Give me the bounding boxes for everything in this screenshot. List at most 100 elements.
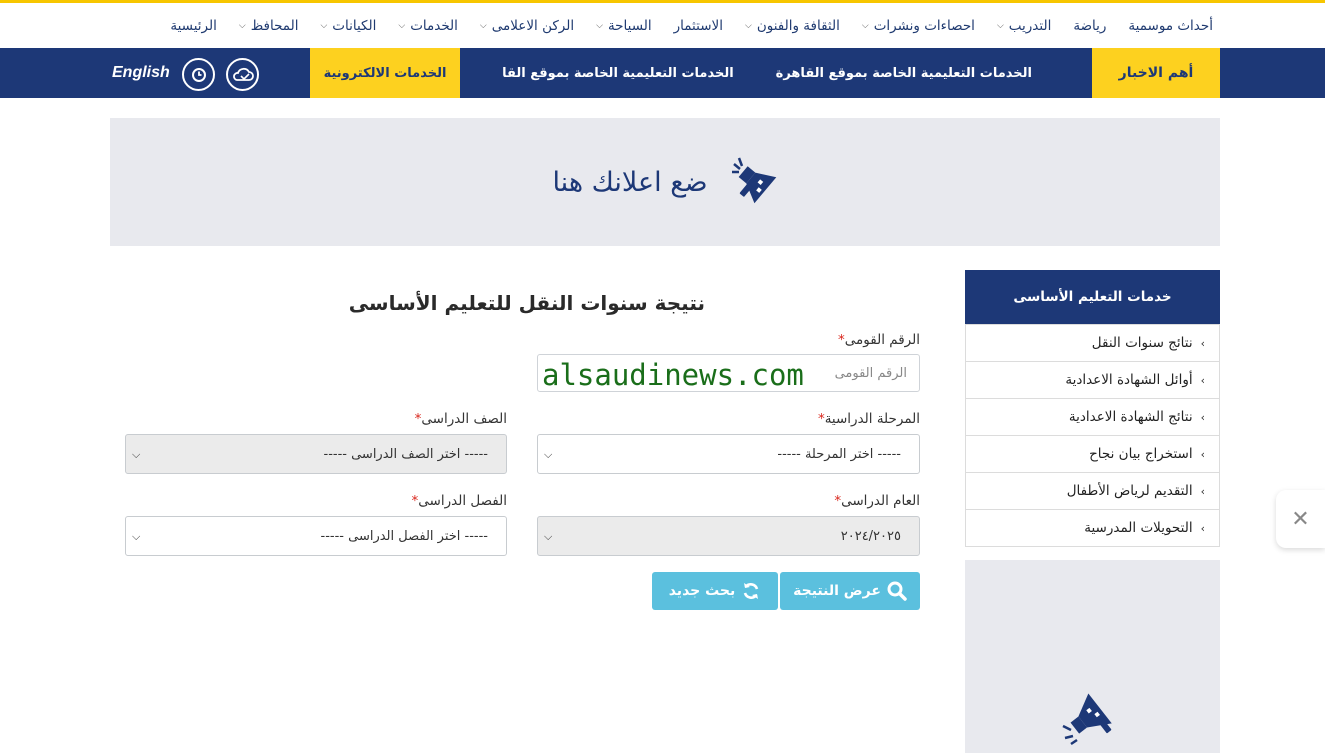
sidebar-item[interactable]: استخراج بيان نجاح ‹ — [966, 435, 1219, 472]
stage-label: المرحلة الدراسية* — [700, 411, 920, 427]
watermark-text: alsaudinews.com — [542, 358, 804, 392]
term-select-value: ----- اختر الفصل الدراسى ----- — [320, 528, 488, 544]
nav-item[interactable]: المحافظ ⌵ — [239, 18, 299, 34]
chevron-left-icon: ‹ — [1200, 521, 1205, 535]
chevron-down-icon: ⌵ — [744, 20, 752, 31]
national-id-label: الرقم القومى* — [700, 332, 920, 348]
sidebar-menu: نتائج سنوات النقل ‹ أوائل الشهادة الاعدادي… — [965, 324, 1220, 547]
year-select[interactable]: ٢٠٢٤/٢٠٢٥ ⌵ — [537, 516, 920, 556]
nav-item[interactable]: الاستثمار — [674, 18, 723, 34]
chevron-left-icon: ‹ — [1200, 410, 1205, 424]
chevron-left-icon: ‹ — [1200, 336, 1205, 350]
sidebar-item[interactable]: أوائل الشهادة الاعدادية ‹ — [966, 361, 1219, 398]
year-label: العام الدراسى* — [700, 493, 920, 509]
sidebar-item-label: التحويلات المدرسية — [1084, 520, 1193, 536]
year-select-value: ٢٠٢٤/٢٠٢٥ — [840, 528, 901, 544]
weather-button[interactable] — [226, 58, 259, 91]
page-title: نتيجة سنوات النقل للتعليم الأساسى — [348, 291, 705, 315]
e-services-button[interactable]: الخدمات الالكترونية — [310, 48, 460, 98]
nav-item[interactable]: الثقافة والفنون ⌵ — [745, 18, 840, 34]
megaphone-icon — [1062, 693, 1112, 746]
sidebar-item[interactable]: التقديم لرياض الأطفال ‹ — [966, 472, 1219, 509]
chevron-left-icon: ‹ — [1200, 484, 1205, 498]
ticker-item[interactable]: الخدمات التعليمية الخاصة بموقع القاهرة — [776, 66, 1032, 81]
clock-icon — [191, 67, 206, 82]
nav-item[interactable]: احصاءات ونشرات ⌵ — [862, 18, 975, 34]
news-bar: أهم الاخبار الخدمات التعليمية الخاصة بمو… — [0, 48, 1325, 98]
language-switch[interactable]: English — [112, 48, 170, 98]
required-mark: * — [817, 411, 825, 427]
nav-item-label: الثقافة والفنون — [756, 17, 840, 34]
chevron-down-icon: ⌵ — [544, 448, 553, 461]
new-search-button[interactable]: بحث جديد — [652, 572, 778, 610]
chevron-down-icon: ⌵ — [132, 530, 141, 543]
required-mark: * — [838, 332, 845, 348]
nav-menu: الرئيسية المحافظ ⌵ الكيانات ⌵ الخدمات ⌵ الركن ا… — [148, 3, 1213, 48]
refresh-icon — [744, 583, 759, 599]
year-label-text: العام الدراسى — [841, 493, 920, 509]
national-id-label-text: الرقم القومى — [844, 332, 920, 348]
grade-label: الصف الدراسى* — [287, 411, 507, 427]
ticker-item[interactable]: الخدمات التعليمية الخاصة بموقع القا — [502, 66, 734, 81]
chevron-left-icon: ‹ — [1200, 447, 1205, 461]
news-ticker[interactable]: الخدمات التعليمية الخاصة بموقع القاهرة ا… — [460, 48, 1032, 98]
sidebar-item[interactable]: التحويلات المدرسية ‹ — [966, 509, 1219, 546]
nav-item-label: احصاءات ونشرات — [873, 17, 975, 34]
sidebar-item-label: التقديم لرياض الأطفال — [1066, 483, 1193, 499]
chevron-down-icon: ⌵ — [596, 20, 603, 31]
nav-item-label: المحافظ — [250, 17, 299, 34]
clock-button[interactable] — [182, 58, 215, 91]
stage-select-value: ----- اختر المرحلة ----- — [777, 446, 901, 462]
sidebar-item-label: نتائج سنوات النقل — [1091, 335, 1193, 351]
nav-item-label: السياحة — [607, 17, 652, 34]
chevron-down-icon: ⌵ — [479, 20, 487, 31]
term-select[interactable]: ----- اختر الفصل الدراسى ----- ⌵ — [125, 516, 507, 556]
sidebar-item-label: استخراج بيان نجاح — [1089, 446, 1193, 462]
nav-item-label: الخدمات — [410, 17, 458, 34]
search-icon — [887, 581, 907, 601]
sidebar: خدمات التعليم الأساسى نتائج سنوات النقل ‹… — [965, 270, 1220, 547]
nav-item[interactable]: رياضة — [1073, 18, 1106, 34]
grade-select-value: ----- اختر الصف الدراسى ----- — [323, 446, 489, 462]
stage-label-text: المرحلة الدراسية — [824, 411, 920, 427]
sidebar-item[interactable]: نتائج الشهادة الاعدادية ‹ — [966, 398, 1219, 435]
nav-item-label: التدريب — [1008, 17, 1052, 34]
grade-select[interactable]: ----- اختر الصف الدراسى ----- ⌵ — [125, 434, 507, 474]
nav-item[interactable]: الرئيسية — [170, 18, 217, 34]
sidebar-item[interactable]: نتائج سنوات النقل ‹ — [966, 324, 1219, 361]
chevron-down-icon: ⌵ — [861, 20, 869, 31]
close-icon[interactable]: ✕ — [1276, 490, 1325, 548]
chevron-down-icon: ⌵ — [132, 448, 141, 461]
megaphone-icon — [731, 157, 776, 204]
term-label: الفصل الدراسى* — [287, 493, 507, 509]
chevron-down-icon: ⌵ — [544, 530, 553, 543]
nav-item-label: أحداث موسمية — [1128, 17, 1213, 34]
show-result-button[interactable]: عرض النتيجة — [780, 572, 920, 610]
nav-item[interactable]: الكيانات ⌵ — [320, 18, 376, 34]
stage-select[interactable]: ----- اختر المرحلة ----- ⌵ — [537, 434, 920, 474]
grade-label-text: الصف الدراسى — [421, 411, 507, 427]
sidebar-item-label: نتائج الشهادة الاعدادية — [1068, 409, 1193, 425]
nav-item-label: الرئيسية — [170, 17, 217, 34]
nav-item-label: الاستثمار — [673, 17, 723, 34]
ad-banner[interactable]: ضع اعلانك هنا — [110, 118, 1220, 246]
chevron-left-icon: ‹ — [1200, 373, 1205, 387]
sidebar-item-label: أوائل الشهادة الاعدادية — [1065, 372, 1193, 388]
top-news-label[interactable]: أهم الاخبار — [1092, 48, 1220, 98]
nav-item-label: الكيانات — [332, 17, 377, 34]
show-result-label: عرض النتيجة — [793, 583, 881, 599]
nav-item-label: الركن الاعلامى — [491, 17, 575, 34]
nav-item[interactable]: التدريب ⌵ — [997, 18, 1051, 34]
nav-item[interactable]: السياحة ⌵ — [596, 18, 652, 34]
sidebar-ad[interactable] — [965, 560, 1220, 753]
nav-item[interactable]: الركن الاعلامى ⌵ — [480, 18, 574, 34]
weather-cloud-icon — [232, 67, 254, 81]
new-search-label: بحث جديد — [668, 583, 736, 599]
chevron-down-icon: ⌵ — [398, 20, 406, 31]
chevron-down-icon: ⌵ — [996, 20, 1004, 31]
nav-item[interactable]: أحداث موسمية — [1128, 18, 1213, 34]
sidebar-title: خدمات التعليم الأساسى — [965, 270, 1220, 324]
nav-item[interactable]: الخدمات ⌵ — [398, 18, 458, 34]
term-label-text: الفصل الدراسى — [418, 493, 507, 509]
chevron-down-icon: ⌵ — [238, 20, 246, 31]
